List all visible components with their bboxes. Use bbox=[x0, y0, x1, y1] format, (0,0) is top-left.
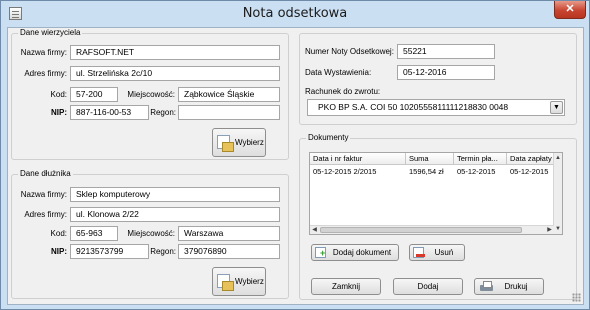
resize-grip[interactable] bbox=[572, 293, 581, 302]
creditor-company-label: Nazwa firmy: bbox=[20, 48, 67, 57]
debtor-company-field[interactable]: Sklep komputerowy bbox=[70, 187, 280, 202]
debtor-select-label: Wybierz bbox=[235, 277, 264, 286]
printer-icon bbox=[480, 281, 493, 292]
scroll-right-icon[interactable]: ▶ bbox=[545, 226, 554, 234]
documents-table[interactable]: Data i nr faktur Suma Termin pła... Data… bbox=[309, 152, 563, 235]
table-cell-sum: 1596,54 zł bbox=[409, 167, 444, 176]
remove-document-button[interactable]: Usuń bbox=[409, 244, 465, 261]
scrollbar-thumb[interactable] bbox=[320, 227, 522, 233]
table-row[interactable]: 05-12-2015 2/2015 1596,54 zł 05-12-2015 … bbox=[310, 166, 554, 177]
debtor-nip-label: NIP: bbox=[51, 247, 67, 256]
add-document-label: Dodaj dokument bbox=[332, 248, 392, 257]
debtor-address-field[interactable]: ul. Klonowa 2/22 bbox=[70, 207, 280, 222]
creditor-select-button[interactable]: Wybierz bbox=[212, 128, 266, 157]
creditor-address-field[interactable]: ul. Strzelińska 2c/10 bbox=[70, 66, 280, 81]
address-book-icon bbox=[217, 135, 234, 152]
refund-account-label: Rachunek do zwrotu: bbox=[305, 87, 381, 96]
documents-table-header: Data i nr faktur Suma Termin pła... Data… bbox=[310, 153, 562, 165]
chevron-down-icon[interactable]: ▼ bbox=[550, 101, 563, 114]
address-book-icon bbox=[217, 274, 234, 291]
debtor-company-label: Nazwa firmy: bbox=[20, 190, 67, 199]
add-button[interactable]: Dodaj bbox=[393, 278, 463, 295]
debtor-nip-field[interactable]: 9213573799 bbox=[70, 244, 149, 259]
creditor-group: Dane wierzyciela Nazwa firmy: RAFSOFT.NE… bbox=[11, 28, 289, 160]
creditor-nip-field[interactable]: 887-116-00-53 bbox=[70, 105, 149, 120]
documents-group-title: Dokumenty bbox=[306, 133, 351, 142]
debtor-regon-field[interactable]: 379076890 bbox=[178, 244, 280, 259]
table-cell-payment-date: 05-12-2015 bbox=[510, 167, 549, 176]
debtor-city-label: Miejscowość: bbox=[127, 229, 175, 238]
refund-account-value: PKO BP S.A. COI 50 1020555811111218830 0… bbox=[318, 102, 509, 112]
add-document-button[interactable]: Dodaj dokument bbox=[311, 244, 399, 261]
creditor-city-label: Miejscowość: bbox=[127, 90, 175, 99]
debtor-group: Dane dłużnika Nazwa firmy: Sklep kompute… bbox=[11, 169, 289, 299]
issue-date-field[interactable]: 05-12-2016 bbox=[397, 65, 495, 80]
add-document-icon bbox=[315, 247, 326, 258]
title-bar[interactable]: Nota odsetkowa ✕ bbox=[1, 1, 589, 27]
column-header-invoice[interactable]: Data i nr faktur bbox=[310, 153, 406, 165]
creditor-regon-label: Regon: bbox=[150, 108, 176, 117]
debtor-address-label: Adres firmy: bbox=[24, 210, 67, 219]
debtor-select-button[interactable]: Wybierz bbox=[212, 267, 266, 296]
debtor-group-title: Dane dłużnika bbox=[18, 169, 73, 178]
print-button[interactable]: Drukuj bbox=[474, 278, 544, 295]
issue-date-label: Data Wystawienia: bbox=[305, 68, 372, 77]
window-title: Nota odsetkowa bbox=[242, 6, 348, 21]
creditor-nip-label: NIP: bbox=[51, 108, 67, 117]
creditor-regon-field[interactable] bbox=[178, 105, 280, 120]
client-area: Dane wierzyciela Nazwa firmy: RAFSOFT.NE… bbox=[7, 27, 584, 305]
remove-icon bbox=[413, 247, 425, 258]
vertical-scrollbar[interactable]: ▲ ▼ bbox=[553, 153, 562, 234]
creditor-postcode-label: Kod: bbox=[50, 90, 67, 99]
note-number-field[interactable]: 55221 bbox=[397, 44, 495, 59]
remove-document-label: Usuń bbox=[434, 248, 454, 257]
print-label: Drukuj bbox=[504, 282, 528, 291]
note-number-label: Numer Noty Odsetkowej: bbox=[305, 47, 394, 56]
debtor-postcode-field[interactable]: 65-963 bbox=[70, 226, 118, 241]
column-header-sum[interactable]: Suma bbox=[406, 153, 454, 165]
creditor-city-field[interactable]: Ząbkowice Śląskie bbox=[178, 87, 280, 102]
close-window-button[interactable]: ✕ bbox=[554, 1, 586, 19]
creditor-address-label: Adres firmy: bbox=[24, 69, 67, 78]
main-window: Nota odsetkowa ✕ Dane wierzyciela Nazwa … bbox=[0, 0, 590, 310]
creditor-company-field[interactable]: RAFSOFT.NET bbox=[70, 45, 280, 60]
table-cell-invoice: 05-12-2015 2/2015 bbox=[313, 167, 377, 176]
creditor-select-label: Wybierz bbox=[235, 138, 264, 147]
scroll-up-icon[interactable]: ▲ bbox=[554, 153, 562, 163]
creditor-postcode-field[interactable]: 57-200 bbox=[70, 87, 118, 102]
column-header-due-date[interactable]: Termin pła... bbox=[454, 153, 507, 165]
scroll-down-icon[interactable]: ▼ bbox=[554, 224, 562, 234]
close-button[interactable]: Zamknij bbox=[311, 278, 381, 295]
debtor-postcode-label: Kod: bbox=[50, 229, 67, 238]
table-cell-due-date: 05-12-2015 bbox=[457, 167, 496, 176]
scroll-left-icon[interactable]: ◀ bbox=[310, 226, 319, 234]
horizontal-scrollbar[interactable]: ◀ ▶ bbox=[310, 225, 554, 234]
debtor-city-field[interactable]: Warszawa bbox=[178, 226, 280, 241]
debtor-regon-label: Regon: bbox=[150, 247, 176, 256]
creditor-group-title: Dane wierzyciela bbox=[18, 28, 83, 37]
refund-account-select[interactable]: PKO BP S.A. COI 50 1020555811111218830 0… bbox=[307, 99, 565, 116]
